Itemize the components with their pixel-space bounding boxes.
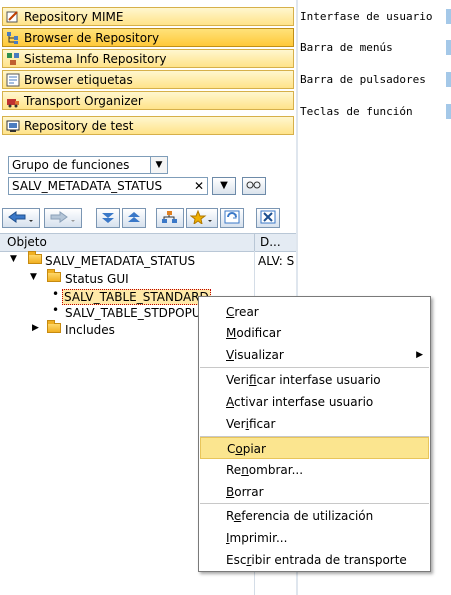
nav-repository-mime[interactable]: Repository MIME: [2, 7, 294, 26]
expanded-triangle-icon[interactable]: ▼: [30, 272, 37, 282]
back-button[interactable]: [2, 208, 40, 228]
menu-separator: [200, 503, 429, 504]
tree-node-label: Status GUI: [65, 272, 129, 286]
tree-node-desc: ALV: S: [258, 254, 295, 268]
tree-row-status-gui[interactable]: ▼ Status GUI: [0, 269, 296, 288]
arrow-right-icon: [49, 210, 77, 227]
nav-label: Browser de Repository: [24, 30, 160, 45]
folder-icon: [28, 251, 42, 264]
hierarchy-button[interactable]: [156, 208, 184, 228]
refresh-icon: [224, 210, 240, 227]
value-bar: [446, 104, 451, 119]
object-type-select[interactable]: Grupo de funciones ▼: [8, 156, 168, 174]
menu-item-verificar-interfase[interactable]: Verificar interfase usuario: [200, 369, 429, 391]
menu-item-verificar[interactable]: Verificar: [200, 413, 429, 435]
nav-info-system[interactable]: Sistema Info Repository: [2, 49, 294, 68]
clear-icon[interactable]: ✕: [194, 178, 204, 194]
close-icon: [260, 210, 276, 227]
column-description-header[interactable]: D...: [260, 235, 281, 249]
folder-icon: [47, 320, 61, 333]
nav-repository-browser[interactable]: Browser de Repository: [2, 28, 294, 47]
chevron-down-icon[interactable]: ▼: [150, 157, 167, 173]
test-repository-icon: [6, 119, 20, 133]
context-menu: Crear Modificar Visualizar ▶ Verificar i…: [198, 296, 431, 572]
hierarchy-icon: [161, 210, 179, 227]
nav-test-repository[interactable]: Repository de test: [2, 116, 294, 135]
dropdown-button[interactable]: ▼: [212, 177, 236, 195]
menu-item-escribir-transporte[interactable]: Escribir entrada de transporte: [200, 549, 429, 571]
nav-label: Sistema Info Repository: [24, 51, 167, 66]
value-bar: [446, 40, 451, 55]
mime-repository-icon: [6, 10, 20, 24]
menu-item-activar-interfase[interactable]: Activar interfase usuario: [200, 391, 429, 413]
triangle-down-icon: ▼: [220, 180, 228, 191]
repository-browser-icon: [6, 31, 20, 45]
object-name-value: SALV_METADATA_STATUS: [12, 179, 163, 193]
transport-organizer-icon: [6, 94, 20, 108]
label-user-interface: Interfase de usuario: [300, 10, 433, 23]
nav-transport-organizer[interactable]: Transport Organizer: [2, 91, 294, 110]
label-button-bar: Barra de pulsadores: [300, 73, 426, 86]
tree-header: Objeto D...: [0, 233, 296, 252]
submenu-arrow-icon: ▶: [416, 350, 423, 360]
label-function-keys: Teclas de función: [300, 105, 413, 118]
menu-item-copiar[interactable]: Copiar: [200, 437, 429, 459]
forward-button[interactable]: [44, 208, 82, 228]
value-bar: [446, 9, 451, 24]
bullet-icon: •: [52, 287, 60, 301]
menu-item-referencia[interactable]: Referencia de utilización: [200, 505, 429, 527]
nav-tag-browser[interactable]: Browser etiquetas: [2, 70, 294, 89]
tree-node-label-selected[interactable]: SALV_TABLE_STANDARD: [62, 289, 211, 305]
column-object-header[interactable]: Objeto: [7, 235, 47, 249]
glasses-icon: [246, 181, 262, 193]
menu-separator: [200, 367, 429, 368]
nav-label: Repository MIME: [24, 9, 124, 24]
info-system-icon: [6, 52, 20, 66]
menu-item-visualizar[interactable]: Visualizar ▶: [200, 344, 429, 366]
object-type-value: Grupo de funciones: [12, 158, 130, 172]
object-name-input[interactable]: SALV_METADATA_STATUS ✕: [8, 177, 208, 195]
menu-item-modificar[interactable]: Modificar: [200, 322, 429, 344]
menu-item-crear[interactable]: Crear: [200, 301, 429, 323]
label-menu-bar: Barra de menús: [300, 41, 393, 54]
favorites-button[interactable]: [186, 208, 218, 228]
tree-node-label: SALV_METADATA_STATUS: [45, 254, 196, 268]
tree-node-label: SALV_TABLE_STDPOPUP: [65, 306, 208, 320]
folder-icon: [47, 269, 61, 282]
collapsed-triangle-icon[interactable]: ▶: [32, 323, 39, 333]
tree-node-label: Includes: [65, 323, 115, 337]
column-separator: [254, 234, 255, 251]
refresh-button[interactable]: [220, 208, 244, 228]
expand-all-button[interactable]: [96, 208, 120, 228]
menu-item-borrar[interactable]: Borrar: [200, 481, 429, 503]
arrow-left-icon: [7, 210, 35, 227]
expand-icon: [100, 210, 116, 227]
star-icon: [189, 209, 214, 227]
close-tree-button[interactable]: [256, 208, 280, 228]
value-bar: [446, 72, 451, 87]
bullet-icon: •: [52, 303, 60, 317]
collapse-all-button[interactable]: [122, 208, 146, 228]
expanded-triangle-icon[interactable]: ▼: [10, 254, 17, 264]
nav-label: Transport Organizer: [24, 93, 143, 108]
display-button[interactable]: [242, 177, 266, 195]
tree-row-root[interactable]: ▼ SALV_METADATA_STATUS ALV: S: [0, 251, 296, 270]
menu-item-imprimir[interactable]: Imprimir...: [200, 527, 429, 549]
menu-item-renombrar[interactable]: Renombrar...: [200, 459, 429, 481]
nav-label: Repository de test: [24, 118, 134, 133]
tree-toolbar: [2, 208, 294, 230]
collapse-icon: [126, 210, 142, 227]
nav-label: Browser etiquetas: [24, 72, 133, 87]
tag-browser-icon: [6, 73, 20, 87]
